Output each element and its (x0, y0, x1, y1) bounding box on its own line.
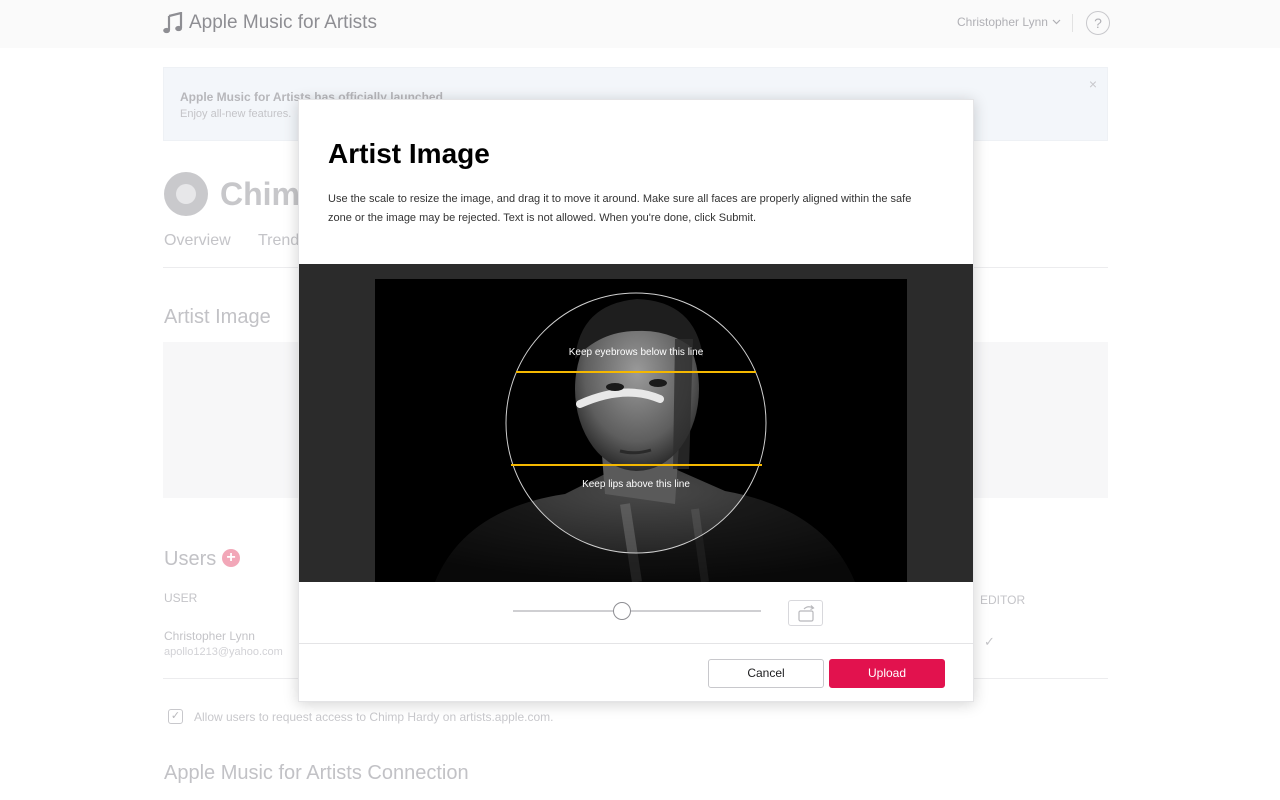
music-note-icon (163, 12, 183, 34)
image-crop-stage[interactable]: Keep eyebrows below this line Keep lips … (299, 264, 973, 582)
artist-image-heading: Artist Image (164, 306, 271, 328)
top-bar: Apple Music for Artists Christopher Lynn… (0, 0, 1280, 48)
tab-overview[interactable]: Overview (164, 232, 231, 250)
user-row-email: apollo1213@yahoo.com (164, 646, 283, 658)
users-heading: Users (164, 548, 217, 570)
image-controls (299, 582, 973, 644)
cancel-button[interactable]: Cancel (708, 659, 824, 688)
artist-photo[interactable]: Keep eyebrows below this line Keep lips … (375, 279, 907, 582)
app-title: Apple Music for Artists (189, 12, 377, 33)
user-menu[interactable]: Christopher Lynn (957, 15, 1061, 29)
upload-button[interactable]: Upload (829, 659, 945, 688)
zoom-slider-thumb[interactable] (613, 602, 632, 620)
zoom-slider[interactable] (513, 610, 761, 612)
user-row-name: Christopher Lynn (164, 629, 255, 643)
header-divider (1072, 14, 1073, 32)
chevron-down-icon (1052, 19, 1061, 25)
editor-check-icon: ✓ (984, 634, 995, 649)
allow-requests-checkbox[interactable]: ✓ (168, 709, 183, 724)
eyebrow-guide-label: Keep eyebrows below this line (568, 347, 704, 358)
rotate-button[interactable] (788, 600, 823, 626)
user-name: Christopher Lynn (957, 15, 1048, 29)
modal-title: Artist Image (328, 138, 490, 169)
banner-subtitle: Enjoy all-new features. (180, 108, 292, 120)
rotate-icon (798, 605, 815, 622)
column-header-user: USER (164, 591, 198, 605)
column-header-editor: EDITOR (980, 593, 1026, 607)
brand[interactable]: Apple Music for Artists (163, 12, 377, 34)
allow-requests-label: Allow users to request access to Chimp H… (194, 710, 554, 724)
banner-close-button[interactable]: × (1089, 76, 1097, 92)
add-user-button[interactable]: + (222, 549, 240, 567)
artist-avatar (164, 172, 208, 216)
lips-guide-label: Keep lips above this line (582, 479, 690, 490)
modal-description: Use the scale to resize the image, and d… (328, 193, 912, 224)
artist-portrait-image (375, 279, 907, 582)
connection-heading: Apple Music for Artists Connection (164, 762, 469, 784)
artist-image-modal: Artist Image Use the scale to resize the… (298, 99, 974, 702)
help-button[interactable]: ? (1086, 11, 1110, 35)
